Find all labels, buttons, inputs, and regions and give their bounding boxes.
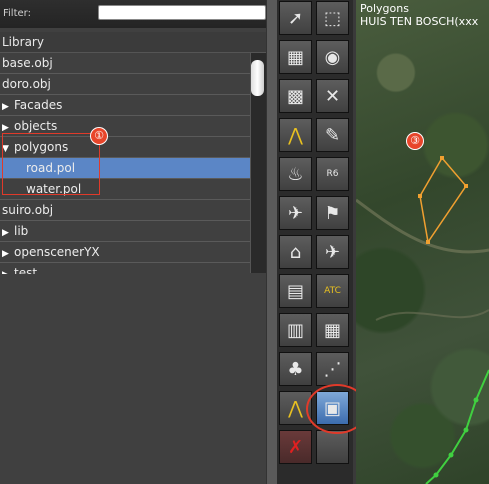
tower-viewpoint-tool-icon: ⌂ — [289, 241, 302, 263]
light-fixture-tool-icon: ✎ — [324, 124, 341, 146]
filter-input[interactable] — [98, 5, 266, 20]
line-vertex — [473, 397, 479, 403]
sign-tool-icon: R6 — [326, 169, 339, 179]
library-header: Library — [0, 32, 270, 53]
boundary-tool-icon: ⋀ — [288, 124, 303, 146]
ramp-start-tool-button[interactable]: ✈ — [279, 196, 312, 230]
forest-tool-icon: ♣ — [287, 358, 304, 380]
runway-tool-icon: ▦ — [286, 46, 304, 68]
library-tree-item[interactable]: suiro.obj — [0, 200, 250, 221]
runway-tool-button[interactable]: ▦ — [279, 40, 312, 74]
library-tree-item-label: Facades — [14, 98, 63, 112]
taxiway-tool-icon: ▩ — [286, 85, 304, 107]
taxi-line-tool-button[interactable]: ✕ — [316, 79, 349, 113]
library-tree-item-label: doro.obj — [2, 77, 51, 91]
sign-tool-button[interactable]: R6 — [316, 157, 349, 191]
forest-tool-button[interactable]: ♣ — [279, 352, 312, 386]
expand-right-icon[interactable]: ▶ — [2, 223, 14, 243]
select-arrow-tool-icon: ➚ — [287, 7, 304, 29]
annotation-box-1 — [2, 133, 100, 195]
annotation-badge-1: ① — [90, 127, 108, 145]
airplane-tool-icon: ✈ — [324, 241, 341, 263]
building-tool-icon: ▥ — [286, 319, 304, 341]
library-tree-item[interactable]: base.obj — [0, 53, 250, 74]
object-tool-icon: ▦ — [323, 319, 341, 341]
map-info-line2: HUIS TEN BOSCH(xxx — [360, 15, 479, 28]
library-tree-item[interactable]: ▶ lib — [0, 221, 250, 242]
filter-label: Filter: — [3, 8, 31, 19]
helipad-tool-icon: ◉ — [324, 46, 341, 68]
polygon-vertex — [426, 240, 430, 244]
map-info-text: Polygons HUIS TEN BOSCH(xxx — [360, 2, 478, 28]
line-vertex — [448, 452, 454, 458]
map-overlay — [356, 156, 489, 484]
taxiway-tool-button[interactable]: ▩ — [279, 79, 312, 113]
ramp-start-tool-icon: ✈ — [287, 202, 304, 224]
string-tool-button[interactable]: ⋰ — [316, 352, 349, 386]
exclusion-tool-button[interactable]: ✗ — [279, 430, 312, 464]
atc-tool-button[interactable]: ATC — [316, 274, 349, 308]
expand-right-icon[interactable]: ▶ — [2, 97, 14, 117]
exclusion-tool-icon: ✗ — [287, 436, 304, 458]
boundary-tool-button[interactable]: ⋀ — [279, 118, 312, 152]
library-tree-item[interactable]: doro.obj — [0, 74, 250, 95]
taxi-line-tool-icon: ✕ — [324, 85, 341, 107]
string-tool-icon: ⋰ — [323, 358, 342, 380]
library-tree-item[interactable]: ▶ Facades — [0, 95, 250, 116]
facade-tool-icon: ▤ — [286, 280, 304, 302]
library-tree-item-label: base.obj — [2, 56, 53, 70]
marquee-tool-icon: ⬚ — [323, 7, 341, 29]
polygon-vertex — [440, 156, 444, 160]
windsock-tool-button[interactable]: ⚑ — [316, 196, 349, 230]
line-vertex — [433, 472, 439, 478]
beacon-tool-button[interactable]: ♨ — [279, 157, 312, 191]
building-tool-button[interactable]: ▥ — [279, 313, 312, 347]
library-tree-item-label: objects — [14, 119, 58, 133]
library-title: Library — [2, 35, 44, 49]
beacon-tool-icon: ♨ — [287, 163, 304, 185]
light-fixture-tool-button[interactable]: ✎ — [316, 118, 349, 152]
annotation-badge-3: ③ — [406, 132, 424, 150]
library-empty-area — [0, 274, 266, 484]
object-tool-button[interactable]: ▦ — [316, 313, 349, 347]
polygon-shape — [419, 156, 467, 244]
marquee-tool-button[interactable]: ⬚ — [316, 1, 349, 35]
select-arrow-tool-button[interactable]: ➚ — [279, 1, 312, 35]
library-scrollbar-thumb[interactable] — [251, 60, 264, 96]
library-tree-item[interactable]: ▶ openscenerYX — [0, 242, 250, 263]
facade-tool-button[interactable]: ▤ — [279, 274, 312, 308]
line-tool-icon: ⋀ — [288, 397, 303, 419]
filter-bar: Filter: — [0, 0, 270, 28]
helipad-tool-button[interactable]: ◉ — [316, 40, 349, 74]
map-view[interactable]: Polygons HUIS TEN BOSCH(xxx ③ — [356, 0, 489, 484]
polygon-vertex — [418, 194, 422, 198]
library-tree-item-label: lib — [14, 224, 29, 238]
atc-tool-icon: ATC — [324, 286, 341, 296]
library-tree-item-label: suiro.obj — [2, 203, 54, 217]
library-tree-item-label: openscenerYX — [14, 245, 100, 259]
map-info-line1: Polygons — [360, 2, 409, 15]
line-vertex — [463, 427, 469, 433]
polygon-vertex — [464, 184, 468, 188]
empty-tool-button[interactable] — [316, 430, 349, 464]
expand-right-icon[interactable]: ▶ — [2, 244, 14, 264]
airplane-tool-button[interactable]: ✈ — [316, 235, 349, 269]
tower-viewpoint-tool-button[interactable]: ⌂ — [279, 235, 312, 269]
windsock-tool-icon: ⚑ — [324, 202, 341, 224]
